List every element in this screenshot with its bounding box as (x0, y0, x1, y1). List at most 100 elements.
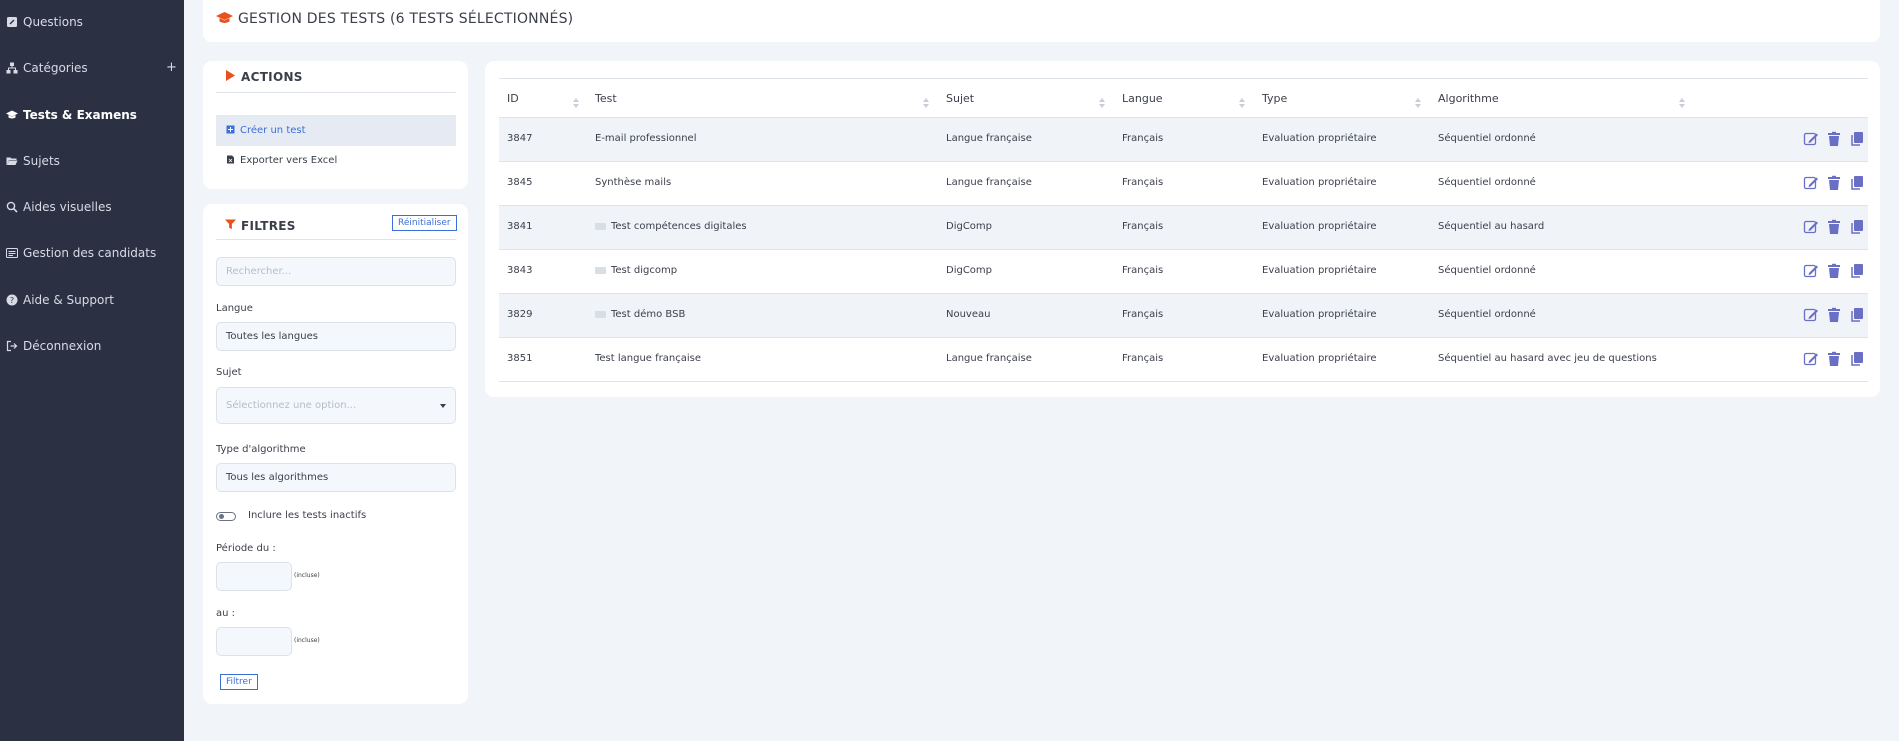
question-circle-icon: ? (6, 294, 18, 306)
create-test-button[interactable]: Créer un test (216, 115, 456, 146)
column-header-algorithme[interactable]: Algorithme (1438, 92, 1499, 105)
langue-select[interactable]: Toutes les langues (216, 322, 456, 351)
cell-test: Test compétences digitales (595, 221, 747, 232)
cell-type: Evaluation propriétaire (1262, 177, 1377, 188)
incluse-note: (incluse) (294, 637, 320, 644)
cell-test: Test digcomp (595, 265, 677, 276)
chevron-down-icon (440, 404, 446, 408)
cell-sujet: Langue française (946, 133, 1032, 144)
copy-icon[interactable] (1849, 131, 1865, 151)
edit-icon[interactable] (1803, 131, 1819, 151)
sidebar-item-gestion-candidats[interactable]: Gestion des candidats (6, 246, 156, 260)
inactive-toggle[interactable] (216, 512, 236, 521)
id-card-icon (6, 247, 18, 259)
copy-icon[interactable] (1849, 175, 1865, 195)
sort-icon[interactable] (1415, 93, 1421, 108)
sujet-select[interactable]: Sélectionnez une option... (216, 387, 456, 424)
table-row[interactable]: 3843 Test digcomp DigComp Français Evalu… (499, 250, 1868, 294)
periode-label: Période du : (216, 543, 276, 554)
column-header-langue[interactable]: Langue (1122, 92, 1163, 105)
sidebar-item-questions[interactable]: Questions (6, 15, 83, 29)
edit-icon[interactable] (1803, 219, 1819, 239)
trash-icon[interactable] (1826, 175, 1842, 195)
trash-icon[interactable] (1826, 351, 1842, 371)
add-category-button[interactable]: + (166, 60, 177, 75)
sidebar-item-label: Déconnexion (23, 339, 102, 353)
thumbnail-icon (595, 311, 606, 318)
table-row[interactable]: 3851 Test langue française Langue frança… (499, 338, 1868, 382)
copy-icon[interactable] (1849, 263, 1865, 283)
date-from-input[interactable] (216, 562, 292, 591)
graduation-cap-icon (6, 109, 18, 121)
column-header-test[interactable]: Test (595, 92, 617, 105)
sort-icon[interactable] (573, 93, 579, 108)
sidebar-item-sujets[interactable]: Sujets (6, 154, 60, 168)
cell-sujet: DigComp (946, 221, 993, 232)
cell-test: Test démo BSB (595, 309, 685, 320)
sort-icon[interactable] (923, 93, 929, 108)
sidebar-item-deconnexion[interactable]: Déconnexion (6, 339, 101, 353)
row-actions (1803, 307, 1865, 327)
column-header-id[interactable]: ID (507, 92, 519, 105)
export-excel-button[interactable]: Exporter vers Excel (216, 145, 456, 176)
column-header-sujet[interactable]: Sujet (946, 92, 974, 105)
reset-button[interactable]: Réinitialiser (392, 215, 457, 231)
filters-title: FILTRES (225, 219, 296, 233)
date-to-input[interactable] (216, 627, 292, 656)
filter-submit-button[interactable]: Filtrer (220, 674, 258, 690)
copy-icon[interactable] (1849, 219, 1865, 239)
trash-icon[interactable] (1826, 131, 1842, 151)
cell-id: 3845 (507, 177, 533, 188)
sort-icon[interactable] (1679, 93, 1685, 108)
cell-sujet: DigComp (946, 265, 993, 276)
au-label: au : (216, 608, 236, 619)
cell-test: Test langue française (595, 353, 701, 364)
trash-icon[interactable] (1826, 307, 1842, 327)
sidebar-item-categories[interactable]: Catégories (6, 61, 88, 75)
sidebar-item-label: Catégories (23, 61, 88, 75)
search-input[interactable] (216, 257, 456, 286)
cell-algorithme: Séquentiel au hasard avec jeu de questio… (1438, 353, 1657, 364)
sidebar-item-label: Questions (23, 15, 83, 29)
trash-icon[interactable] (1826, 263, 1842, 283)
sidebar-item-tests[interactable]: Tests & Examens (6, 108, 137, 122)
sort-icon[interactable] (1239, 93, 1245, 108)
edit-icon[interactable] (1803, 307, 1819, 327)
table-row[interactable]: 3847 E-mail professionnel Langue françai… (499, 118, 1868, 162)
sujet-label: Sujet (216, 367, 242, 378)
copy-icon[interactable] (1849, 307, 1865, 327)
table-row[interactable]: 3845 Synthèse mails Langue française Fra… (499, 162, 1868, 206)
cell-test: Synthèse mails (595, 177, 672, 188)
column-header-type[interactable]: Type (1262, 92, 1287, 105)
trash-icon[interactable] (1826, 219, 1842, 239)
cell-type: Evaluation propriétaire (1262, 221, 1377, 232)
sidebar-item-aide-support[interactable]: ? Aide & Support (6, 293, 114, 307)
sidebar-item-label: Aide & Support (23, 293, 114, 307)
sujet-placeholder: Sélectionnez une option... (226, 400, 357, 411)
cell-sujet: Langue française (946, 177, 1032, 188)
thumbnail-icon (595, 223, 606, 230)
cell-sujet: Langue française (946, 353, 1032, 364)
cell-type: Evaluation propriétaire (1262, 353, 1377, 364)
sidebar: Questions Catégories + Tests & Examens S… (0, 0, 184, 741)
sitemap-icon (6, 62, 18, 74)
edit-icon[interactable] (1803, 263, 1819, 283)
cell-langue: Français (1122, 177, 1164, 188)
sign-out-icon (6, 340, 18, 352)
row-actions (1803, 351, 1865, 371)
algo-select[interactable]: Tous les algorithmes (216, 463, 456, 492)
sidebar-item-label: Sujets (23, 154, 60, 168)
sort-icon[interactable] (1099, 93, 1105, 108)
edit-icon[interactable] (1803, 175, 1819, 195)
table-row[interactable]: 3829 Test démo BSB Nouveau Français Eval… (499, 294, 1868, 338)
actions-card: ACTIONS Créer un test Exporter vers Exce… (203, 61, 468, 189)
sidebar-item-aides-visuelles[interactable]: Aides visuelles (6, 200, 112, 214)
export-excel-label: Exporter vers Excel (240, 155, 338, 166)
langue-label: Langue (216, 303, 253, 314)
edit-icon[interactable] (1803, 351, 1819, 371)
cell-algorithme: Séquentiel ordonné (1438, 309, 1536, 320)
row-actions (1803, 263, 1865, 283)
copy-icon[interactable] (1849, 351, 1865, 371)
table-row[interactable]: 3841 Test compétences digitales DigComp … (499, 206, 1868, 250)
filters-card: FILTRES Réinitialiser Langue Toutes les … (203, 204, 468, 704)
